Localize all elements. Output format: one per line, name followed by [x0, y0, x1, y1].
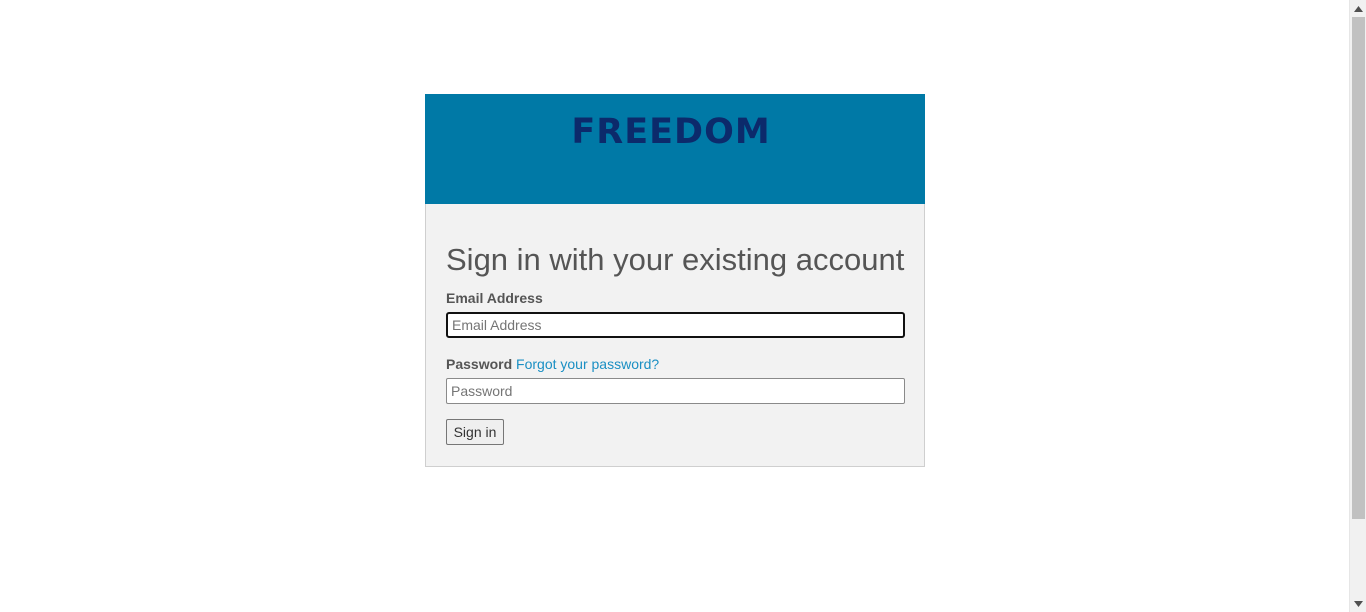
email-label-text: Email Address	[446, 290, 543, 306]
password-label: Password Forgot your password?	[446, 356, 659, 372]
sign-in-button[interactable]: Sign in	[446, 419, 504, 445]
email-field[interactable]	[446, 312, 905, 338]
vertical-scrollbar[interactable]	[1349, 0, 1366, 612]
triangle-down-icon	[1354, 600, 1363, 607]
scroll-down-button[interactable]	[1350, 595, 1366, 612]
email-label: Email Address	[446, 290, 543, 306]
scrollbar-thumb[interactable]	[1352, 17, 1365, 519]
brand-banner: FREEDOM	[425, 94, 925, 204]
page-viewport: FREEDOM Sign in with your existing accou…	[0, 0, 1349, 612]
signin-card: FREEDOM Sign in with your existing accou…	[425, 94, 925, 467]
forgot-password-link[interactable]: Forgot your password?	[516, 356, 659, 372]
triangle-up-icon	[1354, 5, 1363, 12]
password-label-text: Password	[446, 356, 513, 372]
password-field[interactable]	[446, 378, 905, 404]
page-title: Sign in with your existing account	[446, 242, 905, 277]
signin-form-panel: Sign in with your existing account Email…	[425, 204, 925, 467]
freedom-logo: FREEDOM	[571, 112, 771, 152]
scroll-up-button[interactable]	[1350, 0, 1366, 17]
